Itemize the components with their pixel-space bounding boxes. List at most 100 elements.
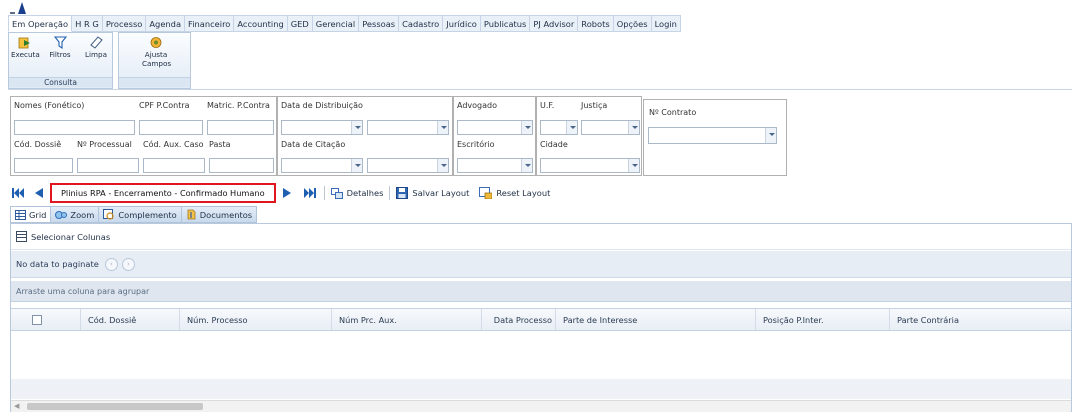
limpa-label: Limpa — [85, 50, 107, 59]
menu-tab-pessoas[interactable]: Pessoas — [359, 15, 400, 32]
menu-tab-opcoes[interactable]: Opções — [613, 15, 652, 32]
cpf-input[interactable] — [139, 120, 203, 135]
tab-zoom[interactable]: Zoom — [51, 206, 100, 223]
grid-icon — [15, 209, 26, 220]
top-strip — [0, 0, 1072, 14]
toolbar-separator — [323, 186, 325, 200]
view-tabs: Grid Zoom Complemento Documentos — [10, 206, 258, 223]
select-columns-label: Selecionar Colunas — [31, 231, 111, 242]
executa-button[interactable]: Executa — [11, 36, 40, 59]
group-panel[interactable]: Arraste uma coluna para agrupar — [11, 281, 1071, 302]
filter-box-location: U.F. Justiça Cidade — [536, 96, 642, 176]
grid-empty-area — [11, 331, 1071, 379]
eraser-icon — [89, 36, 103, 49]
next-record-button[interactable] — [280, 185, 296, 201]
chevron-down-icon — [765, 128, 776, 143]
menu-tab-accounting[interactable]: Accounting — [234, 15, 288, 32]
data-distribuicao-from-select[interactable] — [281, 120, 363, 135]
chevron-down-icon — [437, 121, 448, 134]
chevron-down-icon — [351, 159, 362, 172]
select-all-checkbox[interactable] — [32, 314, 42, 325]
menu-tab-hrg[interactable]: H R G — [72, 15, 103, 32]
column-header-cod-dossie[interactable]: Cód. Dossiê — [81, 309, 180, 330]
menu-tab-gerencial[interactable]: Gerencial — [312, 15, 360, 32]
column-header-data-processo[interactable]: Data Processo — [482, 309, 556, 330]
ajusta-campos-button[interactable]: Ajusta Campos — [142, 36, 171, 68]
matric-input[interactable] — [207, 120, 274, 135]
column-header-parte-contraria[interactable]: Parte Contrária — [890, 309, 1071, 330]
tab-grid[interactable]: Grid — [10, 206, 52, 223]
pasta-input[interactable] — [209, 158, 274, 173]
group-panel-hint: Arraste uma coluna para agrupar — [16, 286, 150, 296]
filtros-button[interactable]: Filtros — [47, 36, 73, 59]
menu-tab-financeiro[interactable]: Financeiro — [185, 15, 235, 32]
menu-tab-agenda[interactable]: Agenda — [146, 15, 186, 32]
cidade-select[interactable] — [540, 158, 640, 173]
tab-documentos[interactable]: Documentos — [181, 206, 258, 223]
chevron-down-icon — [566, 121, 577, 134]
salvar-layout-label: Salvar Layout — [412, 188, 470, 198]
justica-select[interactable] — [581, 120, 640, 135]
column-header-posicao-inter[interactable]: Posição P.Inter. — [756, 309, 890, 330]
data-citacao-from-select[interactable] — [281, 158, 363, 173]
data-distribuicao-to-select[interactable] — [367, 120, 449, 135]
executa-label: Executa — [11, 50, 40, 59]
record-navigator: Plinius RPA - Encerramento - Confirmado … — [10, 181, 550, 205]
nomes-input[interactable] — [14, 120, 135, 135]
chevron-down-icon — [521, 121, 532, 134]
menu-tab-cadastro[interactable]: Cadastro — [399, 15, 444, 32]
first-record-button[interactable] — [10, 185, 26, 201]
current-view-box[interactable]: Plinius RPA - Encerramento - Confirmado … — [50, 183, 276, 203]
detalhes-button[interactable]: Detalhes — [330, 187, 383, 199]
complement-icon — [103, 209, 114, 220]
menu-tab-robots[interactable]: Robots — [578, 15, 614, 32]
pager-next-button[interactable]: › — [121, 257, 135, 271]
menu-tab-juridico[interactable]: Jurídico — [443, 15, 481, 32]
reset-layout-button[interactable]: Reset Layout — [479, 187, 550, 199]
label-data-distribuicao: Data de Distribuição — [281, 101, 363, 110]
scroll-left-icon[interactable]: ◀ — [14, 402, 19, 410]
label-no-processual: Nº Processual — [77, 140, 132, 149]
cod-aux-caso-input[interactable] — [143, 158, 205, 173]
cod-dossie-input[interactable] — [14, 158, 73, 173]
no-contrato-select[interactable] — [648, 127, 777, 144]
grid-footer — [11, 379, 1071, 399]
label-pasta: Pasta — [209, 140, 231, 149]
column-header-num-prc-aux[interactable]: Núm Prc. Aux. — [332, 309, 482, 330]
last-record-button[interactable] — [302, 185, 318, 201]
column-header-parte-interesse[interactable]: Parte de Interesse — [556, 309, 756, 330]
scroll-thumb[interactable] — [27, 403, 203, 410]
details-icon — [330, 187, 343, 199]
limpa-button[interactable]: Limpa — [83, 36, 109, 59]
last-icon — [303, 188, 316, 198]
data-citacao-to-select[interactable] — [367, 158, 449, 173]
horizontal-scrollbar[interactable]: ◀ — [11, 400, 1071, 412]
tab-complemento[interactable]: Complemento — [99, 206, 182, 223]
menu-tab-em-operacao[interactable]: Em Operação — [8, 15, 73, 32]
salvar-layout-button[interactable]: Salvar Layout — [396, 187, 469, 199]
no-processual-input[interactable] — [77, 158, 139, 173]
columns-icon — [16, 231, 27, 242]
tab-documentos-label: Documentos — [199, 209, 253, 220]
column-header-num-processo[interactable]: Núm. Processo — [180, 309, 332, 330]
menu-tab-pj-advisor[interactable]: PJ Advisor — [530, 15, 579, 32]
select-columns-button[interactable]: Selecionar Colunas — [11, 224, 1071, 250]
label-advogado: Advogado — [457, 101, 497, 110]
previous-icon — [34, 188, 43, 198]
execute-icon — [18, 37, 30, 49]
menu-tab-ged[interactable]: GED — [287, 15, 313, 32]
previous-record-button[interactable] — [30, 185, 46, 201]
tab-zoom-label: Zoom — [70, 209, 95, 220]
escritorio-select[interactable] — [457, 158, 533, 173]
adjust-fields-icon — [150, 37, 162, 48]
uf-select[interactable] — [540, 120, 578, 135]
first-icon — [12, 188, 24, 198]
menu-tab-publicatus[interactable]: Publicatus — [480, 15, 531, 32]
pager-prev-button[interactable]: ‹ — [104, 257, 118, 271]
filter-icon — [53, 36, 67, 49]
menu-tab-processo[interactable]: Processo — [102, 15, 147, 32]
label-no-contrato: Nº Contrato — [649, 108, 697, 117]
filter-box-dates: Data de Distribuição Data de Citação — [277, 96, 453, 176]
menu-tab-login[interactable]: Login — [651, 15, 681, 32]
advogado-select[interactable] — [457, 120, 533, 135]
